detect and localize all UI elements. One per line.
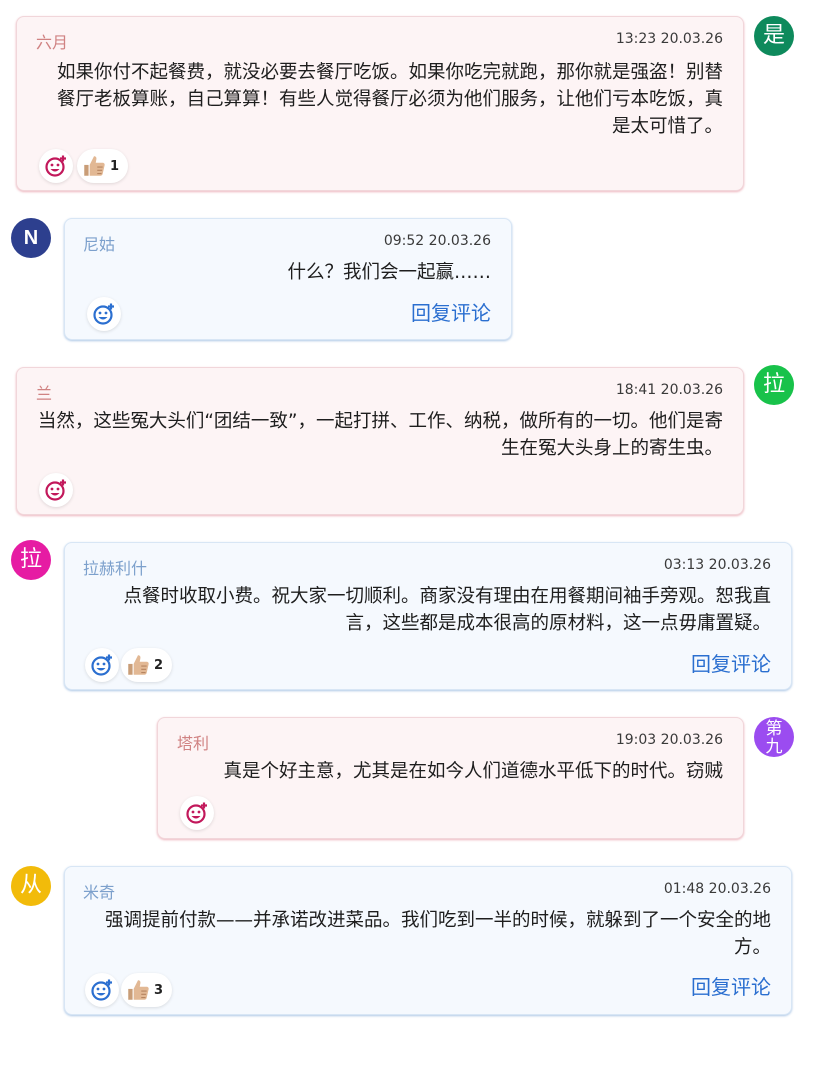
add-reaction-icon [91, 654, 112, 676]
add-reaction-button[interactable] [180, 796, 214, 830]
comment-card: 六月 13:23 20.03.26 如果你付不起餐费，就没必要去餐厅吃饭。如果你… [16, 16, 744, 191]
comment-timestamp: 13:23 20.03.26 [615, 31, 723, 47]
comment-timestamp: 18:41 20.03.26 [615, 382, 723, 398]
add-reaction-icon [93, 303, 114, 325]
comment-timestamp: 03:13 20.03.26 [663, 557, 771, 573]
comment-card: 兰 18:41 20.03.26 当然，这些冤大头们“团结一致”，一起打拼、工作… [16, 367, 744, 515]
reaction-count: 2 [154, 657, 164, 673]
reply-link[interactable]: 回复评论 [691, 648, 771, 677]
avatar[interactable]: 拉 [11, 540, 51, 580]
thumbs-up-reaction[interactable]: 1 [77, 149, 129, 183]
add-reaction-icon [45, 155, 66, 177]
reply-link[interactable]: 回复评论 [411, 297, 491, 326]
avatar[interactable]: N [11, 218, 51, 258]
comment-card: 米奇 01:48 20.03.26 强调提前付款——并承诺改进菜品。我们吃到一半… [64, 866, 792, 1015]
comment-author[interactable]: 兰 [36, 380, 52, 404]
thumbs-up-icon [84, 156, 105, 176]
add-reaction-icon [91, 979, 112, 1001]
reaction-count: 3 [154, 982, 164, 998]
add-reaction-button[interactable] [39, 149, 73, 183]
comment-timestamp: 01:48 20.03.26 [663, 881, 771, 897]
add-reaction-button[interactable] [85, 648, 119, 682]
comment-card: 尼姑 09:52 20.03.26 什么？我们会一起赢…… 回复评论 [64, 218, 512, 340]
comment-timestamp: 19:03 20.03.26 [615, 732, 723, 748]
comment-text: 点餐时收取小费。祝大家一切顺利。商家没有理由在用餐期间袖手旁观。恕我直言，这些都… [123, 586, 771, 634]
comment-text: 什么？我们会一起赢…… [287, 262, 491, 283]
comment-author[interactable]: 塔利 [177, 730, 209, 754]
comment-text: 强调提前付款——并承诺改进菜品。我们吃到一半的时候，就躲到了一个安全的地方。 [104, 910, 771, 958]
reply-link[interactable]: 回复评论 [691, 971, 771, 1000]
add-reaction-button[interactable] [39, 473, 73, 507]
reaction-count: 1 [110, 158, 120, 174]
comment-author[interactable]: 尼姑 [83, 231, 115, 255]
avatar[interactable]: 是 [754, 16, 794, 56]
comment-author[interactable]: 拉赫利什 [83, 555, 147, 579]
avatar[interactable]: 第九 [754, 717, 794, 757]
comment-author[interactable]: 六月 [36, 29, 68, 53]
thumbs-up-icon [128, 980, 149, 1000]
comment-timestamp: 09:52 20.03.26 [383, 233, 491, 249]
avatar[interactable]: 拉 [754, 365, 794, 405]
thumbs-up-icon [128, 655, 149, 675]
comment-text: 当然，这些冤大头们“团结一致”，一起打拼、工作、纳税，做所有的一切。他们是寄生在… [37, 411, 723, 459]
add-reaction-button[interactable] [85, 973, 119, 1007]
avatar[interactable]: 从 [11, 866, 51, 906]
add-reaction-icon [186, 802, 207, 824]
thumbs-up-reaction[interactable]: 3 [121, 973, 173, 1007]
thumbs-up-reaction[interactable]: 2 [121, 648, 173, 682]
comment-card: 塔利 19:03 20.03.26 真是个好主意，尤其是在如今人们道德水平低下的… [157, 717, 744, 839]
comment-text: 真是个好主意，尤其是在如今人们道德水平低下的时代。窃贼 [223, 761, 723, 782]
add-reaction-button[interactable] [87, 297, 121, 331]
add-reaction-icon [45, 479, 66, 501]
comment-card: 拉赫利什 03:13 20.03.26 点餐时收取小费。祝大家一切顺利。商家没有… [64, 542, 792, 690]
comment-author[interactable]: 米奇 [83, 879, 115, 903]
comment-text: 如果你付不起餐费，就没必要去餐厅吃饭。如果你吃完就跑，那你就是强盗！别替餐厅老板… [56, 62, 723, 137]
